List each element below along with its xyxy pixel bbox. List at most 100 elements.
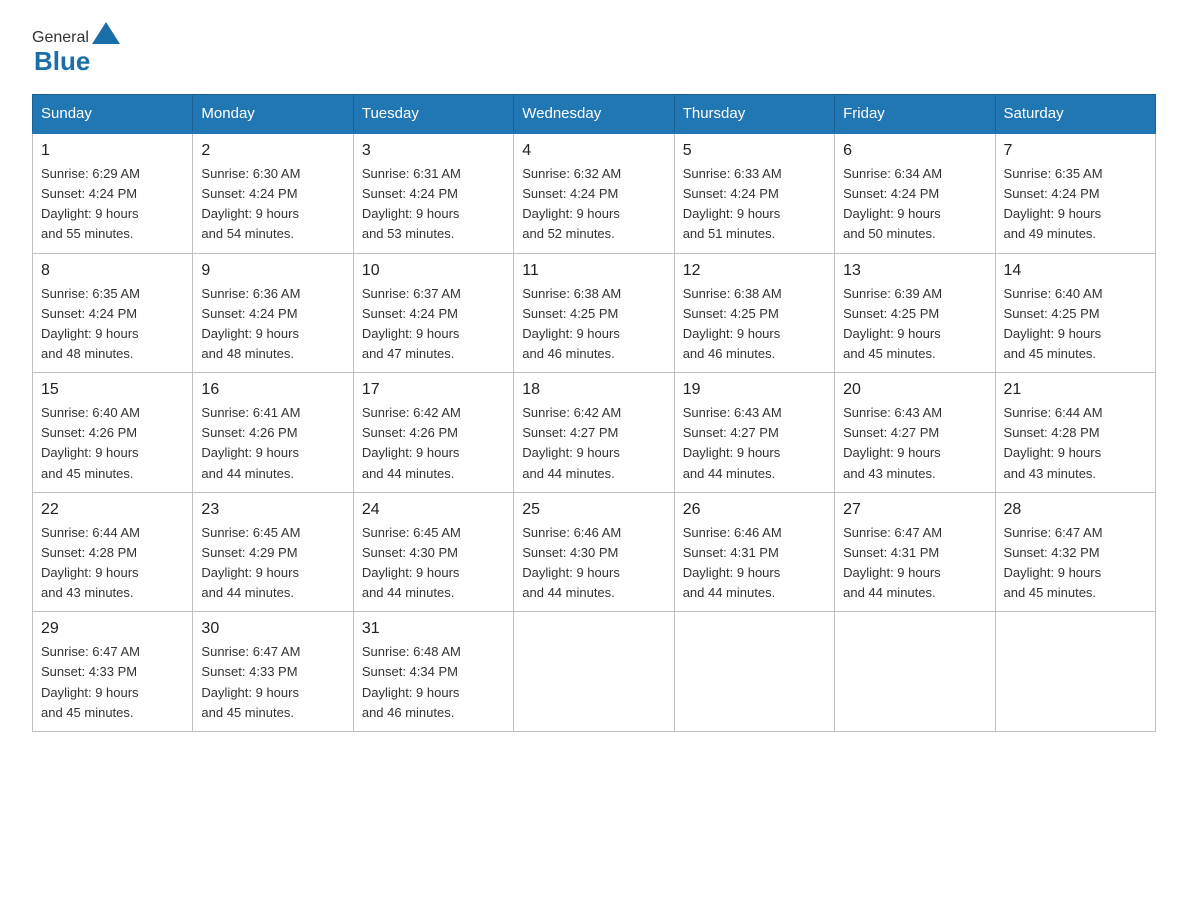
day-info: Sunrise: 6:39 AM Sunset: 4:25 PM Dayligh… [843,284,986,365]
day-info: Sunrise: 6:47 AM Sunset: 4:31 PM Dayligh… [843,523,986,604]
calendar-cell [995,612,1155,732]
weekday-header-friday: Friday [835,95,995,134]
day-info: Sunrise: 6:38 AM Sunset: 4:25 PM Dayligh… [683,284,826,365]
day-info: Sunrise: 6:46 AM Sunset: 4:31 PM Dayligh… [683,523,826,604]
day-number: 7 [1004,142,1147,160]
calendar-cell: 8Sunrise: 6:35 AM Sunset: 4:24 PM Daylig… [33,253,193,373]
day-info: Sunrise: 6:43 AM Sunset: 4:27 PM Dayligh… [683,403,826,484]
calendar-cell: 23Sunrise: 6:45 AM Sunset: 4:29 PM Dayli… [193,492,353,612]
calendar-cell: 25 Sunrise: 6:46 AM Sunset: 4:30 PM Dayli… [514,492,674,612]
page-header: General Blue [32,24,1156,74]
day-number: 5 [683,142,826,160]
weekday-header-wednesday: Wednesday [514,95,674,134]
calendar-cell: 29 Sunrise: 6:47 AM Sunset: 4:33 PM Dayli… [33,612,193,732]
day-number: 1 [41,142,184,160]
calendar-week-row: 15 Sunrise: 6:40 AM Sunset: 4:26 PM Dayli… [33,373,1156,493]
day-info: Sunrise: 6:43 AM Sunset: 4:27 PM Dayligh… [843,403,986,484]
calendar-cell: 16 Sunrise: 6:41 AM Sunset: 4:26 PM Dayli… [193,373,353,493]
calendar-week-row: 1 Sunrise: 6:29 AM Sunset: 4:24 PM Daylig… [33,133,1156,253]
day-info: Sunrise: 6:46 AM Sunset: 4:30 PM Dayligh… [522,523,665,604]
day-info: Sunrise: 6:37 AM Sunset: 4:24 PM Dayligh… [362,284,505,365]
calendar-cell: 28Sunrise: 6:47 AM Sunset: 4:32 PM Dayli… [995,492,1155,612]
calendar-table: SundayMondayTuesdayWednesdayThursdayFrid… [32,94,1156,732]
calendar-header: SundayMondayTuesdayWednesdayThursdayFrid… [33,95,1156,134]
calendar-cell: 12 Sunrise: 6:38 AM Sunset: 4:25 PM Dayli… [674,253,834,373]
weekday-header-row: SundayMondayTuesdayWednesdayThursdayFrid… [33,95,1156,134]
calendar-week-row: 29 Sunrise: 6:47 AM Sunset: 4:33 PM Dayli… [33,612,1156,732]
day-number: 3 [362,142,505,160]
day-info: Sunrise: 6:32 AM Sunset: 4:24 PM Dayligh… [522,164,665,245]
calendar-cell: 24Sunrise: 6:45 AM Sunset: 4:30 PM Dayli… [353,492,513,612]
calendar-cell: 17Sunrise: 6:42 AM Sunset: 4:26 PM Dayli… [353,373,513,493]
day-number: 30 [201,620,344,638]
calendar-cell: 6Sunrise: 6:34 AM Sunset: 4:24 PM Daylig… [835,133,995,253]
logo-blue-text: Blue [34,48,120,74]
calendar-cell: 27Sunrise: 6:47 AM Sunset: 4:31 PM Dayli… [835,492,995,612]
day-number: 17 [362,381,505,399]
day-info: Sunrise: 6:48 AM Sunset: 4:34 PM Dayligh… [362,642,505,723]
day-number: 6 [843,142,986,160]
calendar-cell: 13 Sunrise: 6:39 AM Sunset: 4:25 PM Dayli… [835,253,995,373]
day-info: Sunrise: 6:35 AM Sunset: 4:24 PM Dayligh… [1004,164,1147,245]
day-number: 16 [201,381,344,399]
day-number: 12 [683,262,826,280]
calendar-cell: 14 Sunrise: 6:40 AM Sunset: 4:25 PM Dayli… [995,253,1155,373]
day-info: Sunrise: 6:42 AM Sunset: 4:27 PM Dayligh… [522,403,665,484]
logo-general-text: General [32,30,89,46]
calendar-cell: 31 Sunrise: 6:48 AM Sunset: 4:34 PM Dayli… [353,612,513,732]
calendar-cell: 21 Sunrise: 6:44 AM Sunset: 4:28 PM Dayli… [995,373,1155,493]
day-number: 21 [1004,381,1147,399]
logo-triangle-icon [92,22,120,44]
weekday-header-thursday: Thursday [674,95,834,134]
day-info: Sunrise: 6:47 AM Sunset: 4:33 PM Dayligh… [41,642,184,723]
day-number: 2 [201,142,344,160]
day-info: Sunrise: 6:29 AM Sunset: 4:24 PM Dayligh… [41,164,184,245]
calendar-cell: 7 Sunrise: 6:35 AM Sunset: 4:24 PM Daylig… [995,133,1155,253]
day-number: 14 [1004,262,1147,280]
calendar-cell: 1 Sunrise: 6:29 AM Sunset: 4:24 PM Daylig… [33,133,193,253]
day-info: Sunrise: 6:44 AM Sunset: 4:28 PM Dayligh… [41,523,184,604]
logo: General Blue [32,24,120,74]
weekday-header-sunday: Sunday [33,95,193,134]
calendar-cell [514,612,674,732]
day-info: Sunrise: 6:40 AM Sunset: 4:26 PM Dayligh… [41,403,184,484]
day-info: Sunrise: 6:41 AM Sunset: 4:26 PM Dayligh… [201,403,344,484]
day-number: 10 [362,262,505,280]
calendar-cell: 20Sunrise: 6:43 AM Sunset: 4:27 PM Dayli… [835,373,995,493]
day-number: 28 [1004,501,1147,519]
day-number: 19 [683,381,826,399]
day-number: 26 [683,501,826,519]
day-info: Sunrise: 6:30 AM Sunset: 4:24 PM Dayligh… [201,164,344,245]
day-number: 22 [41,501,184,519]
calendar-cell: 4 Sunrise: 6:32 AM Sunset: 4:24 PM Daylig… [514,133,674,253]
calendar-cell: 18 Sunrise: 6:42 AM Sunset: 4:27 PM Dayli… [514,373,674,493]
calendar-cell: 10 Sunrise: 6:37 AM Sunset: 4:24 PM Dayli… [353,253,513,373]
day-number: 15 [41,381,184,399]
day-number: 13 [843,262,986,280]
day-info: Sunrise: 6:47 AM Sunset: 4:33 PM Dayligh… [201,642,344,723]
day-info: Sunrise: 6:40 AM Sunset: 4:25 PM Dayligh… [1004,284,1147,365]
day-info: Sunrise: 6:45 AM Sunset: 4:30 PM Dayligh… [362,523,505,604]
calendar-cell [835,612,995,732]
calendar-cell: 26 Sunrise: 6:46 AM Sunset: 4:31 PM Dayli… [674,492,834,612]
day-info: Sunrise: 6:36 AM Sunset: 4:24 PM Dayligh… [201,284,344,365]
weekday-header-monday: Monday [193,95,353,134]
calendar-week-row: 8Sunrise: 6:35 AM Sunset: 4:24 PM Daylig… [33,253,1156,373]
day-number: 18 [522,381,665,399]
day-number: 31 [362,620,505,638]
day-number: 25 [522,501,665,519]
day-info: Sunrise: 6:44 AM Sunset: 4:28 PM Dayligh… [1004,403,1147,484]
calendar-cell: 5 Sunrise: 6:33 AM Sunset: 4:24 PM Daylig… [674,133,834,253]
day-number: 9 [201,262,344,280]
day-number: 4 [522,142,665,160]
calendar-cell: 9 Sunrise: 6:36 AM Sunset: 4:24 PM Daylig… [193,253,353,373]
calendar-cell: 2 Sunrise: 6:30 AM Sunset: 4:24 PM Daylig… [193,133,353,253]
calendar-week-row: 22 Sunrise: 6:44 AM Sunset: 4:28 PM Dayli… [33,492,1156,612]
day-number: 11 [522,262,665,280]
day-number: 29 [41,620,184,638]
calendar-cell: 11 Sunrise: 6:38 AM Sunset: 4:25 PM Dayli… [514,253,674,373]
day-info: Sunrise: 6:38 AM Sunset: 4:25 PM Dayligh… [522,284,665,365]
day-number: 8 [41,262,184,280]
day-info: Sunrise: 6:33 AM Sunset: 4:24 PM Dayligh… [683,164,826,245]
calendar-cell: 15 Sunrise: 6:40 AM Sunset: 4:26 PM Dayli… [33,373,193,493]
